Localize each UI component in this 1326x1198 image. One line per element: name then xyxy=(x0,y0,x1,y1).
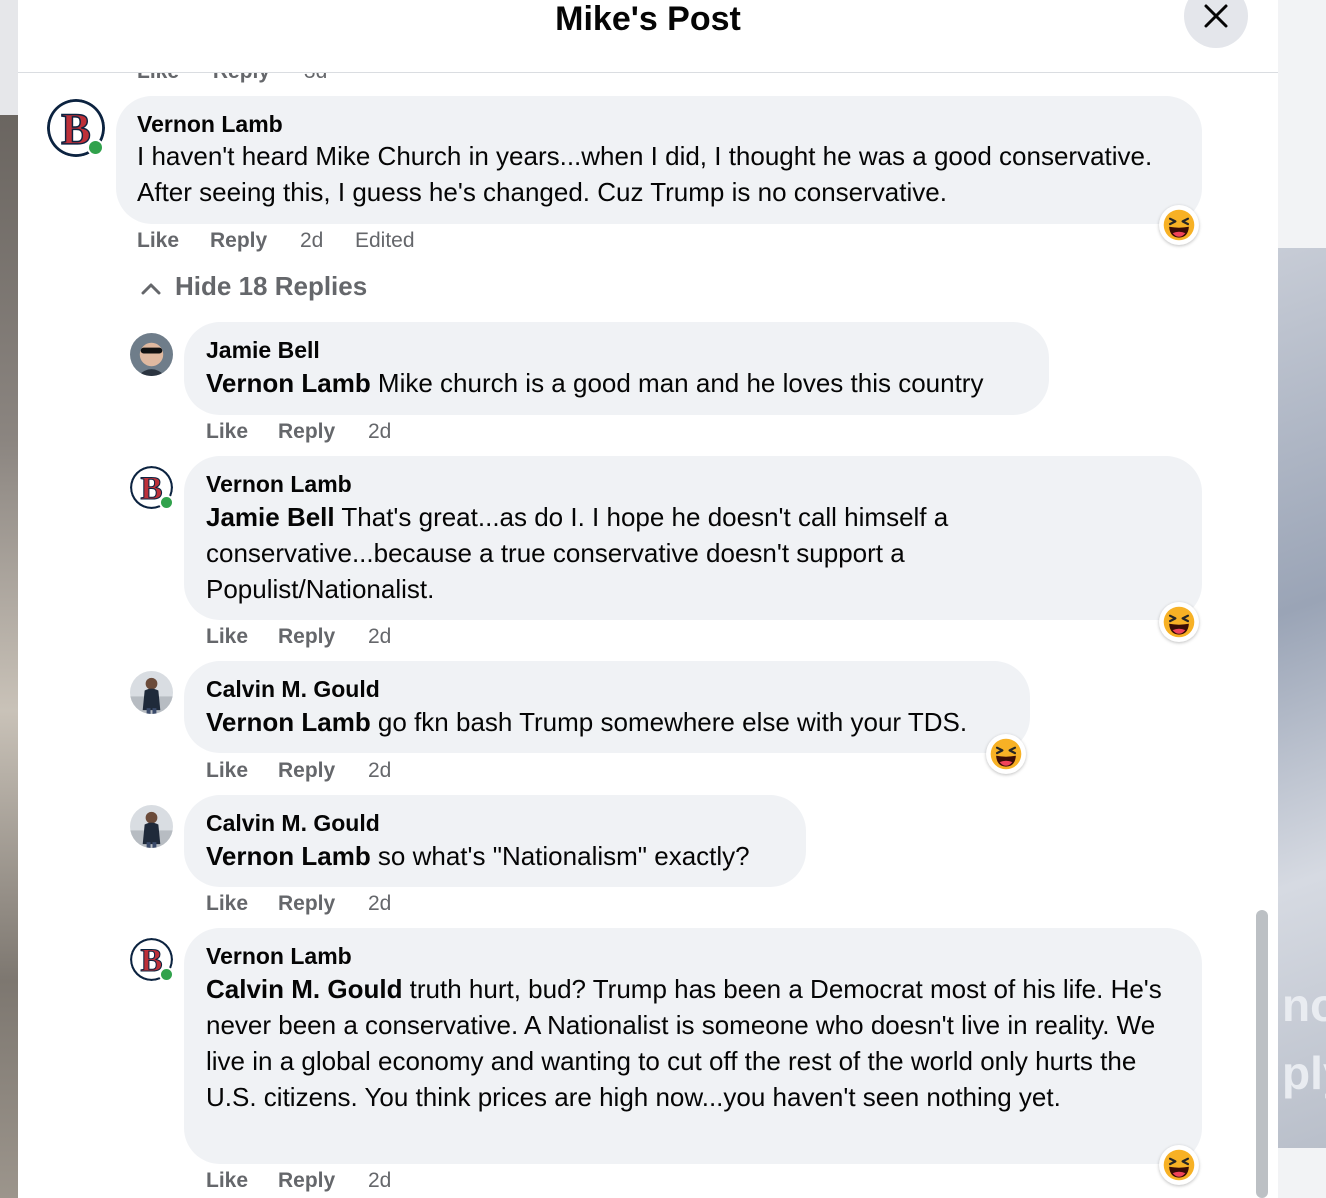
reaction-badge[interactable] xyxy=(1159,602,1199,642)
like-button[interactable]: Like xyxy=(206,891,248,917)
reply-bubble: Vernon Lamb Jamie Bell That's great...as… xyxy=(184,456,1202,620)
reply-button[interactable]: Reply xyxy=(278,624,335,650)
haha-reaction-icon xyxy=(1161,1147,1197,1183)
reaction-badge[interactable] xyxy=(986,734,1026,774)
like-button[interactable]: Like xyxy=(206,758,248,784)
timestamp[interactable]: 2d xyxy=(368,419,391,445)
reply-author[interactable]: Calvin M. Gould xyxy=(206,809,380,837)
close-button[interactable] xyxy=(1184,0,1248,48)
background-photo-left xyxy=(0,115,18,1198)
dialog-title: Mike's Post xyxy=(555,0,741,38)
timestamp[interactable]: 2d xyxy=(368,891,391,917)
reply-text: Jamie Bell That's great...as do I. I hop… xyxy=(206,499,1006,607)
reply-text: Calvin M. Gould truth hurt, bud? Trump h… xyxy=(206,971,1181,1115)
timestamp[interactable]: 2d xyxy=(368,758,391,784)
reply-text: Vernon Lamb so what's "Nationalism" exac… xyxy=(206,838,806,874)
reply-button[interactable]: Reply xyxy=(278,758,335,784)
background-ghost-text: ply xyxy=(1282,1047,1326,1099)
mention-link[interactable]: Jamie Bell xyxy=(206,502,335,532)
reply-body: so what's "Nationalism" exactly? xyxy=(370,841,750,871)
mention-link[interactable]: Vernon Lamb xyxy=(206,841,371,871)
haha-reaction-icon xyxy=(1161,207,1197,243)
timestamp[interactable]: 2d xyxy=(300,228,323,254)
haha-reaction-icon xyxy=(988,736,1024,772)
like-button[interactable]: Like xyxy=(206,1168,248,1194)
close-icon xyxy=(1204,4,1228,28)
timestamp[interactable]: 2d xyxy=(368,1168,391,1194)
online-status-indicator xyxy=(87,139,104,156)
comment-text: I haven't heard Mike Church in years...w… xyxy=(137,141,1153,207)
reaction-badge[interactable] xyxy=(1159,1145,1199,1185)
reply-button[interactable]: Reply xyxy=(210,228,267,254)
hide-replies-label: Hide 18 Replies xyxy=(175,271,368,301)
like-button[interactable]: Like xyxy=(206,624,248,650)
comment-author[interactable]: Vernon Lamb xyxy=(137,110,283,138)
online-status-indicator xyxy=(159,495,174,510)
reply-author[interactable]: Calvin M. Gould xyxy=(206,675,380,703)
reply-button[interactable]: Reply xyxy=(278,419,335,445)
reply-text: Vernon Lamb Mike church is a good man an… xyxy=(206,365,1036,401)
online-status-indicator xyxy=(159,967,174,982)
mention-link[interactable]: Vernon Lamb xyxy=(206,368,371,398)
avatar[interactable] xyxy=(130,671,173,714)
reply-body: Mike church is a good man and he loves t… xyxy=(370,368,984,398)
dialog-header: Mike's Post xyxy=(18,0,1278,73)
mention-link[interactable]: Vernon Lamb xyxy=(206,707,371,737)
background-feed-right: no ply xyxy=(1278,0,1326,1198)
avatar[interactable] xyxy=(130,333,173,376)
reply-button[interactable]: Reply xyxy=(278,1168,335,1194)
edited-label: Edited xyxy=(355,229,415,252)
reply-bubble: Vernon Lamb Calvin M. Gould truth hurt, … xyxy=(184,928,1202,1164)
reply-bubble: Calvin M. Gould Vernon Lamb go fkn bash … xyxy=(184,661,1030,753)
hide-replies-toggle[interactable]: Hide 18 Replies xyxy=(141,268,367,304)
scrollbar-thumb[interactable] xyxy=(1256,910,1268,1198)
reply-body: go fkn bash Trump somewhere else with yo… xyxy=(370,707,968,737)
reply-author[interactable]: Vernon Lamb xyxy=(206,942,352,970)
mention-link[interactable]: Calvin M. Gould xyxy=(206,974,402,1004)
reply-bubble: Calvin M. Gould Vernon Lamb so what's "N… xyxy=(184,795,806,887)
haha-reaction-icon xyxy=(1161,604,1197,640)
reply-bubble: Jamie Bell Vernon Lamb Mike church is a … xyxy=(184,322,1049,415)
reply-text: Vernon Lamb go fkn bash Trump somewhere … xyxy=(206,704,1026,740)
like-button[interactable]: Like xyxy=(206,419,248,445)
reply-button[interactable]: Reply xyxy=(278,891,335,917)
avatar[interactable] xyxy=(130,805,173,848)
profile-photo-icon xyxy=(130,671,173,714)
profile-photo-icon xyxy=(130,805,173,848)
reply-author[interactable]: Vernon Lamb xyxy=(206,470,352,498)
post-dialog: Mike's Post Like Reply 3d Vernon Lamb I … xyxy=(18,0,1278,1198)
timestamp[interactable]: 2d xyxy=(368,624,391,650)
comment-bubble: Vernon Lamb I haven't heard Mike Church … xyxy=(116,96,1202,224)
reaction-badge[interactable] xyxy=(1159,205,1199,245)
background-ghost-text: no xyxy=(1282,979,1326,1031)
reply-author[interactable]: Jamie Bell xyxy=(206,336,320,364)
chevron-up-icon xyxy=(141,283,161,295)
profile-photo-icon xyxy=(130,333,173,376)
like-button[interactable]: Like xyxy=(137,228,179,254)
